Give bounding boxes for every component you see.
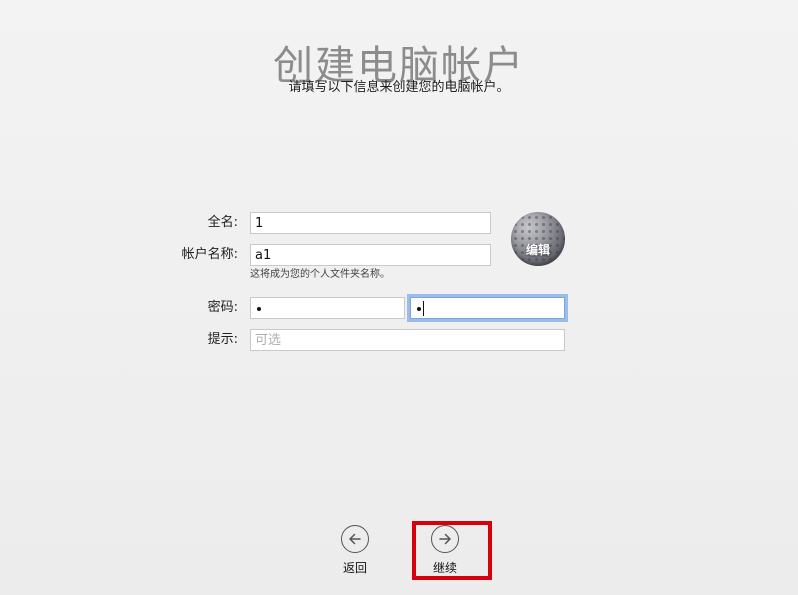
password-field[interactable] (250, 297, 405, 319)
avatar-edit-label[interactable]: 编辑 (511, 242, 565, 258)
account-name-field[interactable] (250, 244, 491, 266)
page-subtitle: 请填写以下信息来创建您的电脑帐户。 (288, 80, 510, 95)
password-dot (417, 307, 421, 311)
password-dot (257, 307, 261, 311)
user-avatar[interactable]: 编辑 (511, 212, 565, 266)
account-name-label: 帐户名称: (181, 247, 238, 262)
hint-label: 提示: (207, 332, 238, 347)
verify-password-field[interactable] (410, 297, 565, 319)
continue-highlight-box (412, 521, 492, 580)
hint-field[interactable] (250, 329, 565, 351)
back-button-label: 返回 (342, 561, 367, 575)
full-name-label: 全名: (207, 215, 238, 230)
password-label: 密码: (207, 300, 238, 315)
back-button[interactable]: 返回 (327, 525, 387, 585)
account-name-helper: 这将成为您的个人文件夹名称。 (250, 269, 390, 280)
arrow-left-circle-icon (341, 525, 369, 553)
full-name-field[interactable] (250, 212, 491, 234)
text-cursor (423, 301, 424, 316)
